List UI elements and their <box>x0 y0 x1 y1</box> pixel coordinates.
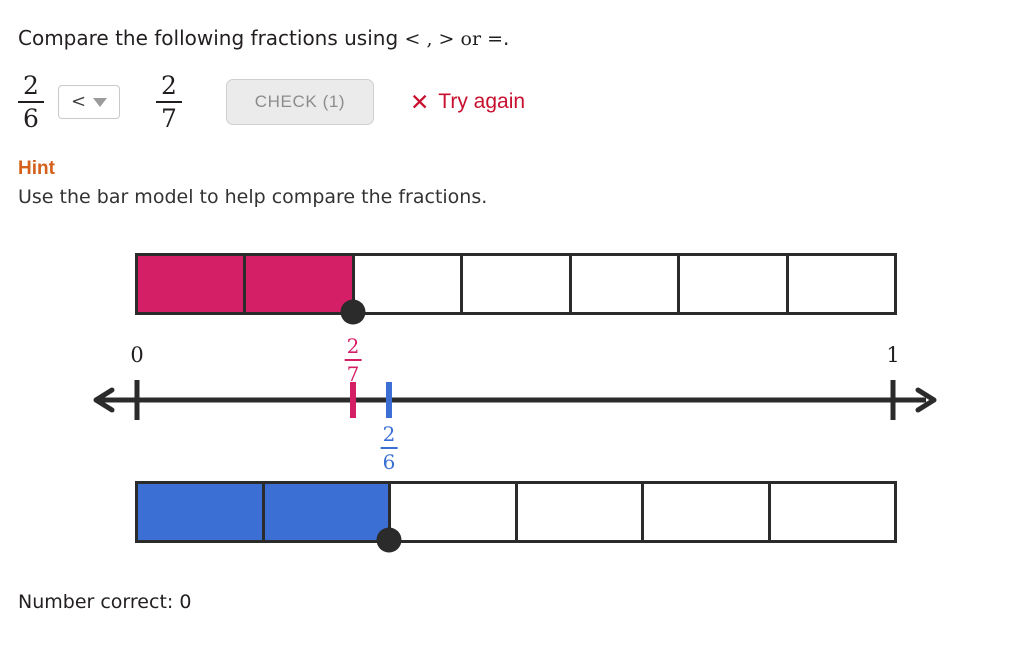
bottom-bar-model[interactable] <box>135 481 897 543</box>
left-fraction-bar <box>18 101 44 103</box>
bar-segment[interactable] <box>391 484 518 540</box>
top-bar-model[interactable] <box>135 253 897 315</box>
nl-b-numerator: 2 <box>382 422 396 446</box>
number-line-fraction-two-sixths: 2 6 <box>380 422 398 474</box>
left-fraction: 2 6 <box>18 73 44 131</box>
hint-title: Hint <box>18 158 55 179</box>
bar-segment[interactable] <box>788 256 894 312</box>
number-line-label-one: 1 <box>886 343 900 367</box>
bar-marker-dot[interactable] <box>376 527 402 553</box>
bar-segment[interactable] <box>354 256 464 312</box>
nl-a-numerator: 2 <box>346 334 360 358</box>
right-fraction-bar <box>156 101 182 103</box>
nl-a-bar <box>344 359 362 361</box>
nl-b-bar <box>380 447 398 449</box>
prompt-symbols: < , > or = <box>404 28 503 50</box>
right-fraction-denominator: 7 <box>161 104 177 133</box>
bar-segment[interactable] <box>138 256 247 312</box>
bar-segment[interactable] <box>246 256 355 312</box>
answer-row: 2 6 < 2 7 CHECK (1) ✕ Try again <box>18 72 525 132</box>
page-title: Compare the following fractions using < … <box>18 24 509 53</box>
right-fraction: 2 7 <box>156 73 182 131</box>
number-line-label-zero: 0 <box>130 343 144 367</box>
bar-segment[interactable] <box>463 256 572 312</box>
left-fraction-numerator: 2 <box>23 71 39 100</box>
feedback-text: Try again <box>438 90 526 113</box>
feedback-message: ✕ Try again <box>410 90 525 114</box>
score-text: Number correct: 0 <box>18 591 192 613</box>
prompt-text-after: . <box>503 26 510 50</box>
bar-segment[interactable] <box>264 484 391 540</box>
bar-marker-dot[interactable] <box>340 299 366 325</box>
nl-b-denominator: 6 <box>382 450 396 474</box>
number-line-fraction-two-sevenths: 2 7 <box>344 334 362 386</box>
dropdown-selected-value: < <box>70 91 87 112</box>
number-line-svg <box>93 380 937 420</box>
nl-a-denominator: 7 <box>346 362 360 386</box>
number-line[interactable]: 0 1 2 7 2 6 <box>88 332 948 478</box>
comparison-operator-dropdown[interactable]: < <box>58 85 120 119</box>
bar-segment[interactable] <box>571 256 681 312</box>
bar-segment[interactable] <box>770 484 894 540</box>
bar-segment[interactable] <box>138 484 265 540</box>
bar-segment[interactable] <box>517 484 644 540</box>
bar-segment[interactable] <box>644 484 771 540</box>
x-mark-icon: ✕ <box>410 88 430 115</box>
check-button[interactable]: CHECK (1) <box>226 79 374 125</box>
prompt-text-before: Compare the following fractions using <box>18 26 405 50</box>
left-fraction-denominator: 6 <box>23 104 39 133</box>
bar-segment[interactable] <box>680 256 789 312</box>
chevron-down-icon <box>93 97 108 107</box>
right-fraction-numerator: 2 <box>161 71 177 100</box>
hint-text: Use the bar model to help compare the fr… <box>18 186 488 208</box>
